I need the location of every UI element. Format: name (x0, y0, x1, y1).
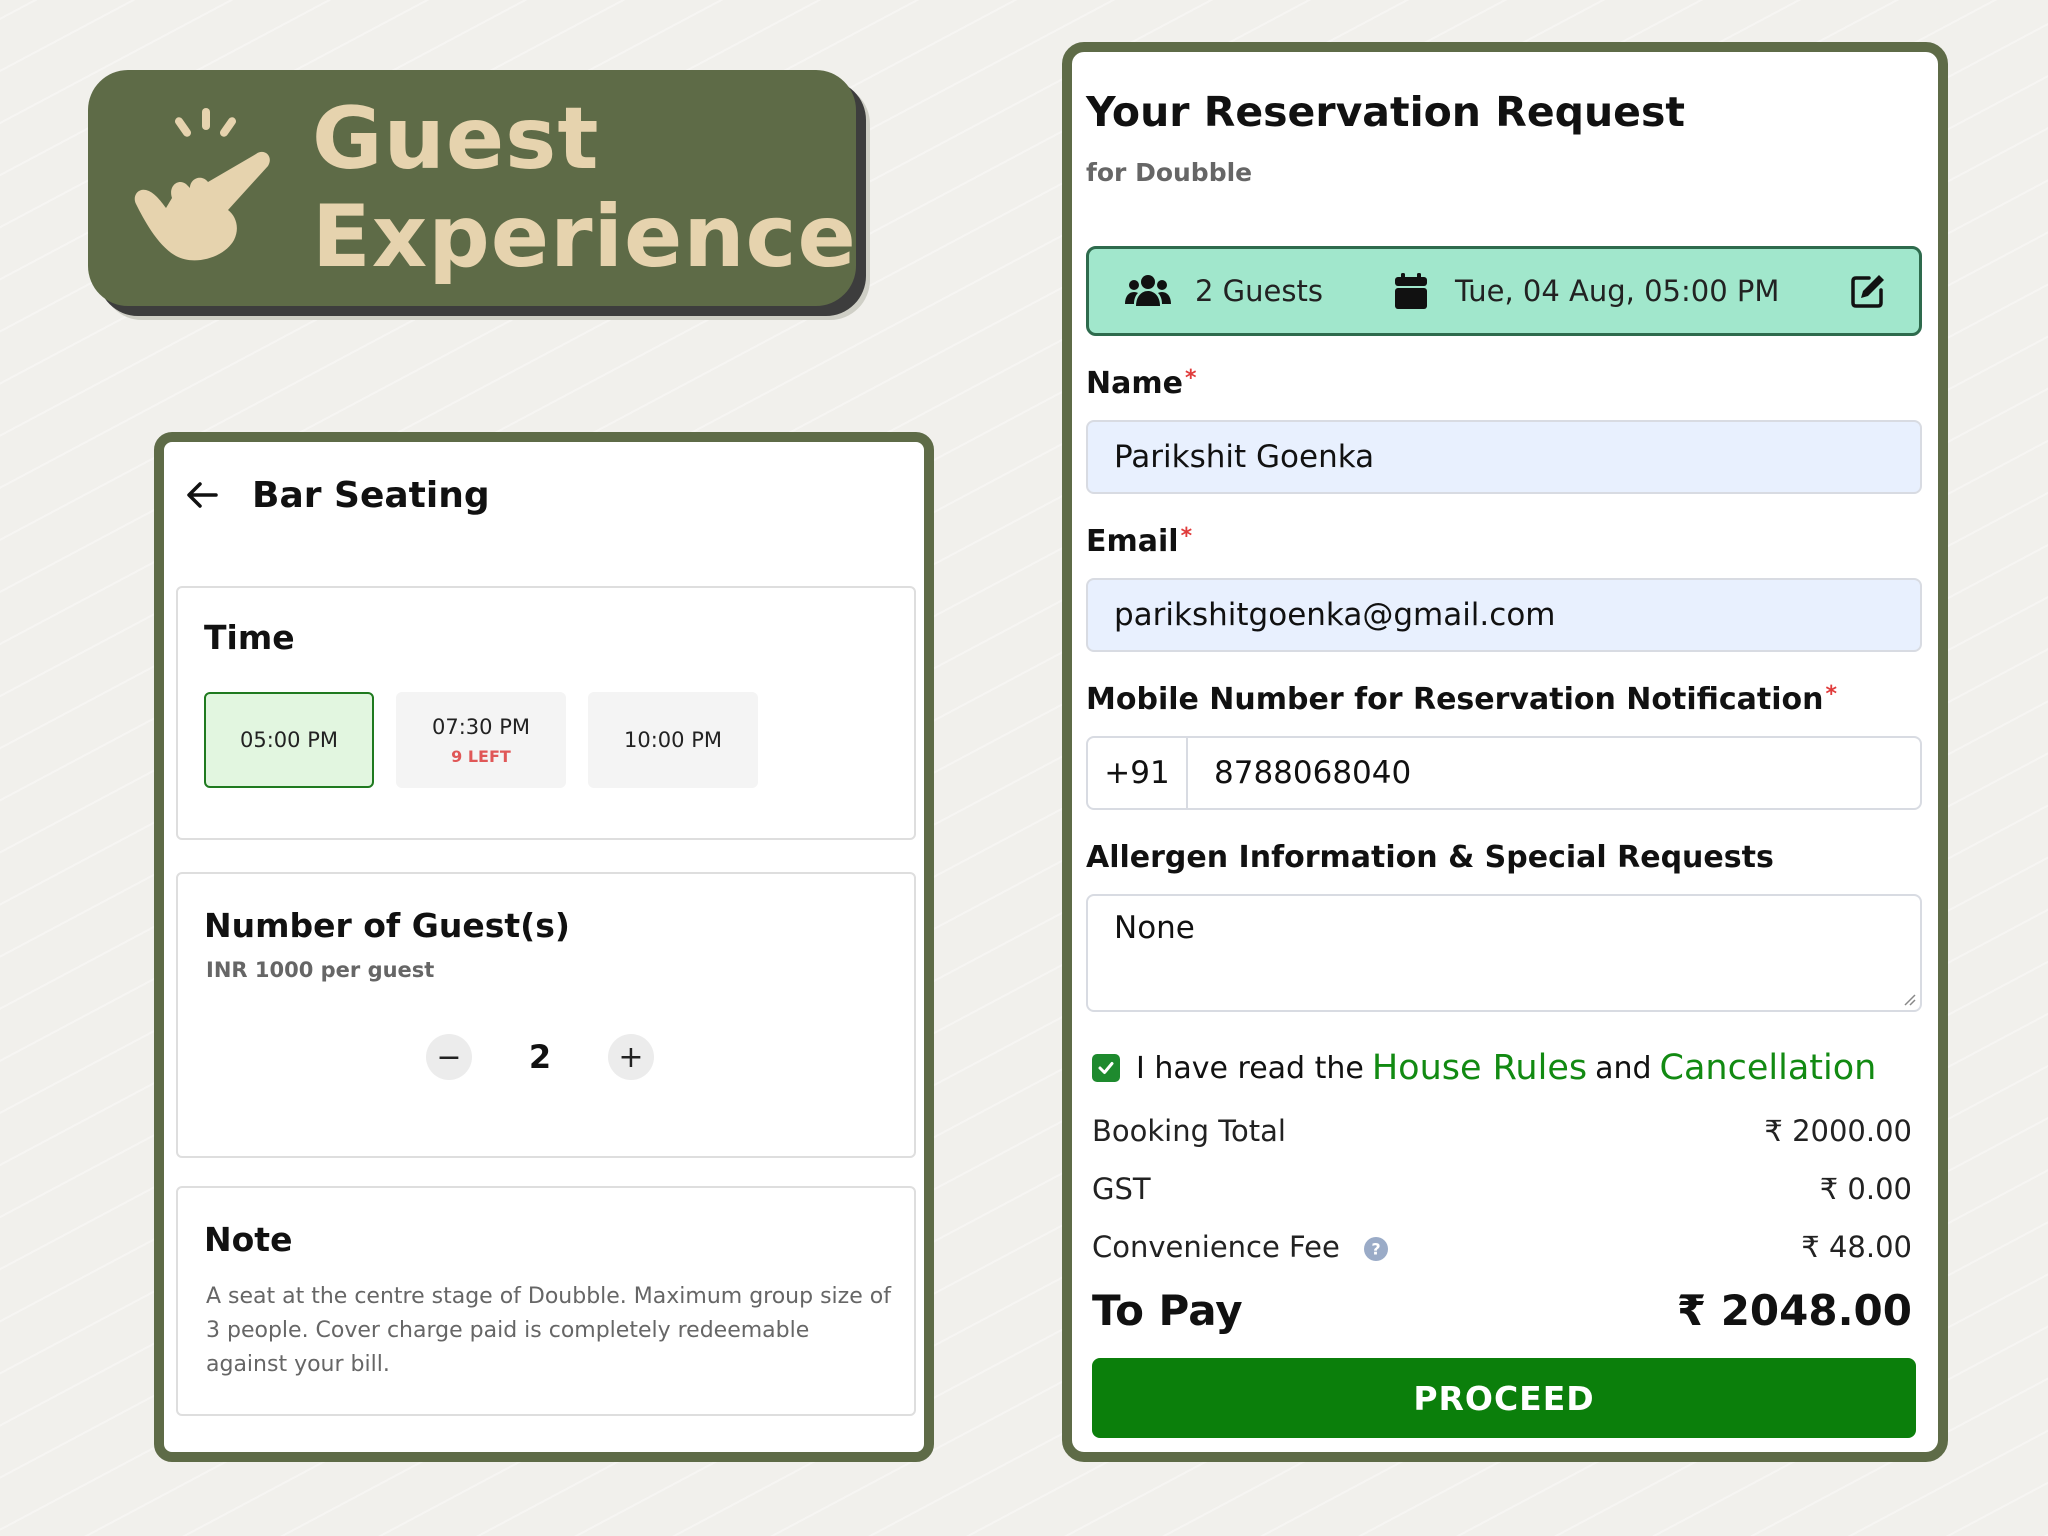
to-pay-row: To Pay ₹ 2048.00 (1092, 1286, 1912, 1335)
gst-label: GST (1092, 1172, 1151, 1206)
house-rules-link[interactable]: House Rules (1372, 1048, 1587, 1088)
name-value: Parikshit Goenka (1114, 439, 1375, 475)
email-value: parikshitgoenka@gmail.com (1114, 597, 1556, 633)
banner-title: Guest Experience (312, 90, 857, 286)
guest-count: 2 (528, 1038, 552, 1076)
guests-section: Number of Guest(s) INR 1000 per guest − … (176, 872, 916, 1158)
mobile-input[interactable]: 8788068040 (1186, 736, 1922, 810)
bar-seating-header: Bar Seating (182, 470, 490, 520)
edit-icon[interactable] (1849, 272, 1887, 310)
time-section: Time 05:00 PM 07:30 PM 9 LEFT 10:00 PM (176, 586, 916, 840)
calendar-icon (1394, 273, 1427, 309)
gst-row: GST ₹ 0.00 (1092, 1172, 1912, 1206)
required-marker: * (1184, 366, 1197, 391)
banner-title-line1: Guest (312, 89, 600, 189)
required-marker: * (1180, 524, 1193, 549)
time-slot-0500pm[interactable]: 05:00 PM (204, 692, 374, 788)
name-input[interactable]: Parikshit Goenka (1086, 420, 1922, 494)
booking-total-value: ₹ 2000.00 (1764, 1114, 1912, 1148)
time-slot-list: 05:00 PM 07:30 PM 9 LEFT 10:00 PM (204, 692, 758, 788)
checkmark-icon (1098, 1062, 1114, 1074)
mobile-value: 8788068040 (1214, 755, 1412, 791)
summary-guests: 2 Guests (1195, 274, 1323, 308)
reservation-request-card: Your Reservation Request for Doubble 2 G… (1062, 42, 1948, 1462)
mobile-label: Mobile Number for Reservation Notificati… (1086, 682, 1837, 717)
agree-text-prefix: I have read the (1136, 1050, 1364, 1086)
banner-title-line2: Experience (312, 187, 857, 287)
booking-total-label: Booking Total (1092, 1114, 1286, 1148)
email-input[interactable]: parikshitgoenka@gmail.com (1086, 578, 1922, 652)
note-text: A seat at the centre stage of Doubble. M… (206, 1284, 891, 1377)
email-label: Email* (1086, 524, 1192, 559)
back-arrow-icon[interactable] (182, 475, 222, 515)
convenience-fee-value: ₹ 48.00 (1801, 1230, 1912, 1264)
country-code-select[interactable]: +91 (1086, 736, 1188, 810)
mobile-label-text: Mobile Number for Reservation Notificati… (1086, 682, 1824, 717)
allergen-label: Allergen Information & Special Requests (1086, 840, 1774, 875)
convenience-fee-label-group: Convenience Fee ? (1092, 1230, 1389, 1264)
reservation-subtitle: for Doubble (1086, 158, 1253, 187)
cancellation-link[interactable]: Cancellation (1660, 1048, 1877, 1088)
time-slot-0730pm[interactable]: 07:30 PM 9 LEFT (396, 692, 566, 788)
agree-checkbox[interactable] (1092, 1054, 1120, 1082)
proceed-button[interactable]: PROCEED (1092, 1358, 1916, 1438)
terms-agreement: I have read the House Rules and Cancella… (1092, 1048, 1876, 1088)
convenience-fee-row: Convenience Fee ? ₹ 48.00 (1092, 1230, 1912, 1264)
to-pay-value: ₹ 2048.00 (1676, 1286, 1912, 1335)
guest-experience-banner: Guest Experience (88, 70, 856, 306)
allergen-textarea[interactable]: None (1086, 894, 1922, 1012)
resize-grip-icon[interactable] (1902, 992, 1916, 1006)
name-label: Name* (1086, 366, 1196, 401)
email-label-text: Email (1086, 524, 1179, 559)
time-slot-label: 07:30 PM (432, 714, 530, 739)
decrement-button[interactable]: − (426, 1034, 472, 1080)
time-slot-1000pm[interactable]: 10:00 PM (588, 692, 758, 788)
booking-total-row: Booking Total ₹ 2000.00 (1092, 1114, 1912, 1148)
required-marker: * (1825, 682, 1837, 707)
allergen-value: None (1114, 910, 1195, 946)
page-title: Bar Seating (252, 474, 490, 516)
gst-value: ₹ 0.00 (1819, 1172, 1912, 1206)
time-slot-label: 10:00 PM (624, 728, 722, 752)
convenience-fee-label: Convenience Fee (1092, 1230, 1340, 1264)
guests-section-title: Number of Guest(s) (204, 906, 570, 945)
to-pay-label: To Pay (1092, 1286, 1243, 1335)
svg-text:?: ? (1371, 1240, 1380, 1259)
availability-badge: 9 LEFT (451, 746, 511, 766)
summary-datetime: Tue, 04 Aug, 05:00 PM (1454, 274, 1780, 308)
increment-button[interactable]: + (608, 1034, 654, 1080)
guest-count-stepper: − 2 + (426, 1034, 654, 1080)
time-slot-label: 05:00 PM (240, 728, 338, 752)
tapping-hand-icon (134, 108, 270, 261)
note-section-title: Note (204, 1220, 293, 1259)
time-section-title: Time (204, 618, 295, 657)
agree-text-mid: and (1595, 1050, 1652, 1086)
reservation-summary-bar: 2 Guests Tue, 04 Aug, 05:00 PM (1086, 246, 1922, 336)
note-section: Note A seat at the centre stage of Doubb… (176, 1186, 916, 1416)
users-icon (1125, 275, 1171, 306)
reservation-title: Your Reservation Request (1086, 88, 1685, 136)
name-label-text: Name (1086, 366, 1183, 401)
question-icon[interactable]: ? (1363, 1236, 1389, 1262)
price-per-guest: INR 1000 per guest (206, 958, 435, 982)
bar-seating-card: Bar Seating Time 05:00 PM 07:30 PM 9 LEF… (154, 432, 934, 1462)
